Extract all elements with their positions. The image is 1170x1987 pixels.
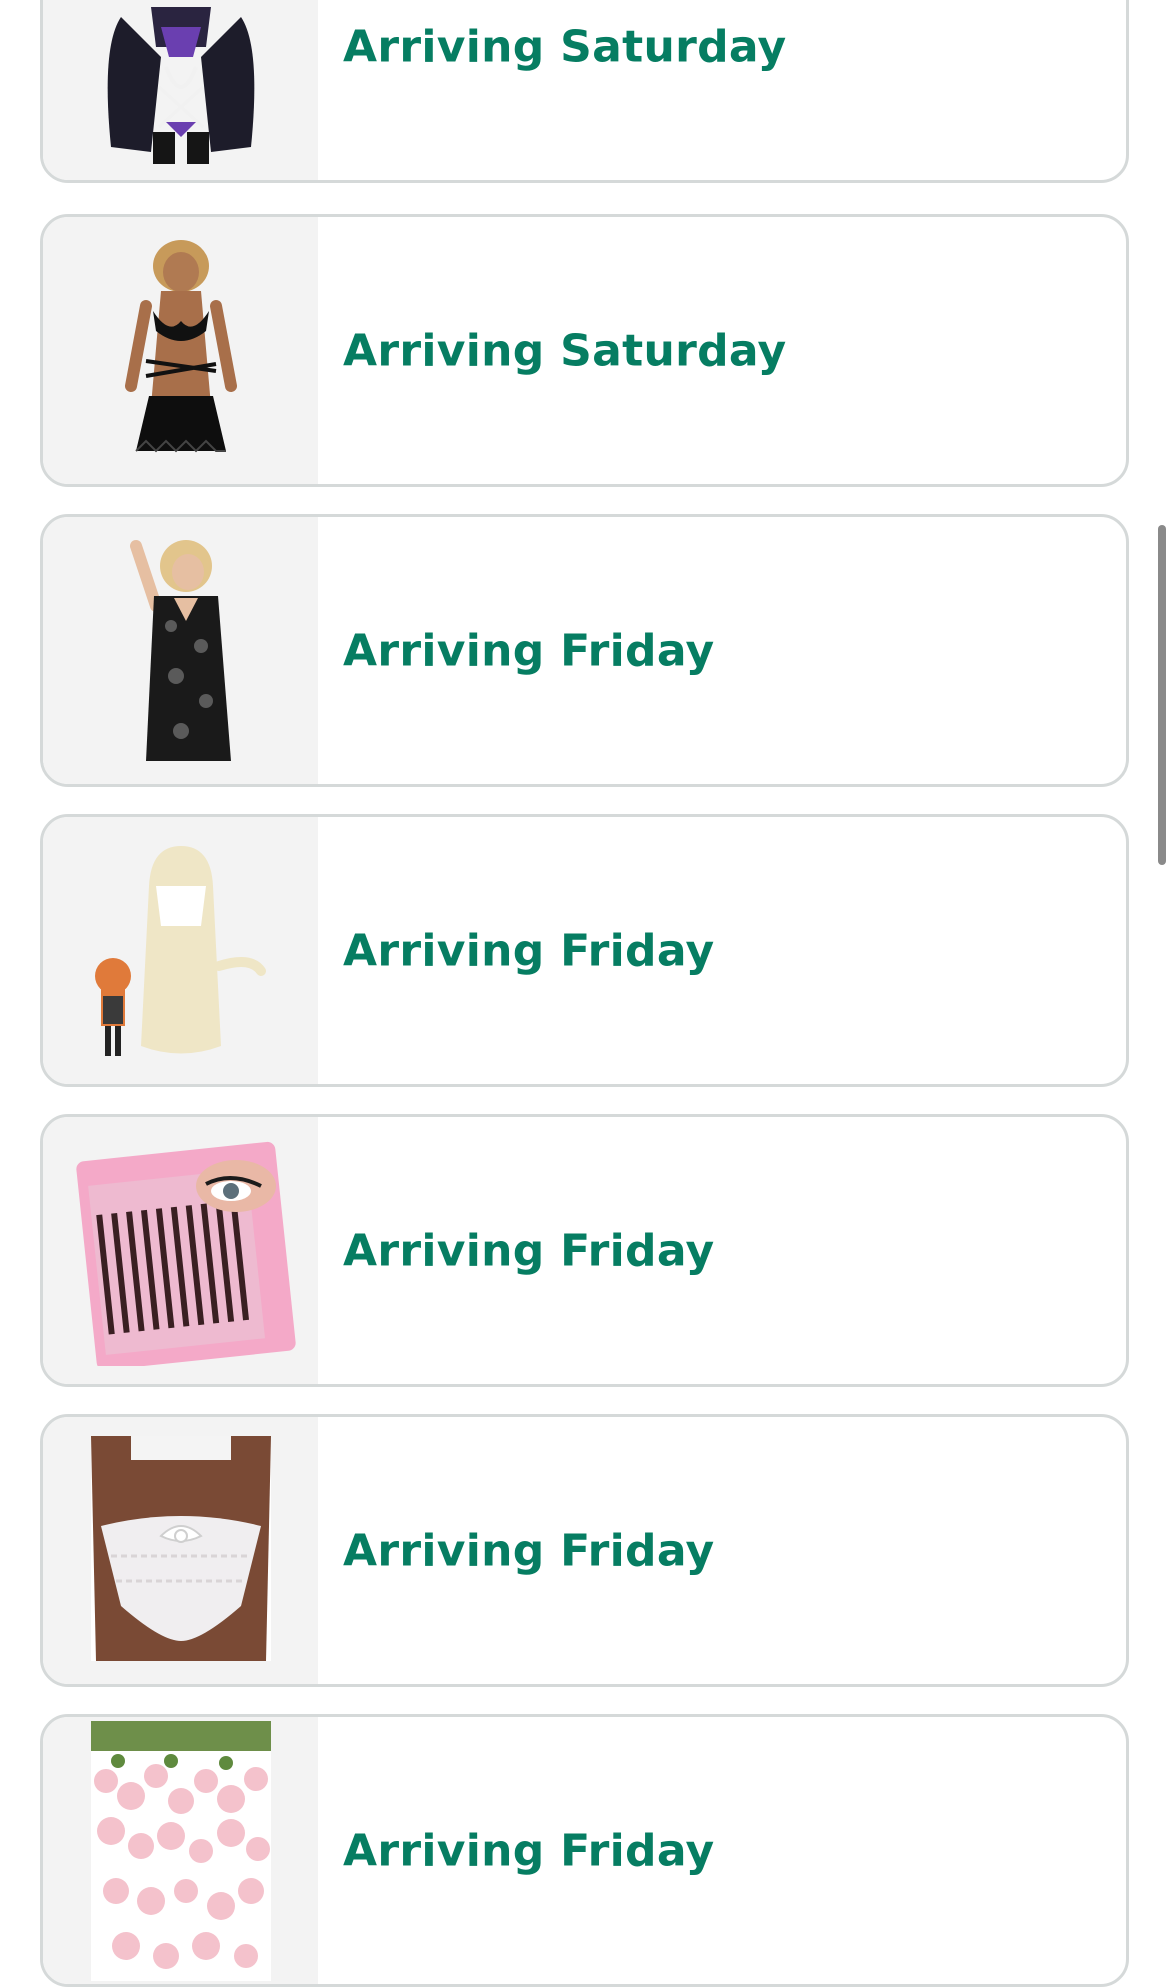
delivery-status: Arriving Saturday	[343, 21, 787, 72]
pink-flower-garland-image	[43, 1717, 318, 1984]
eyelash-extensions-image	[43, 1117, 318, 1384]
black-lace-dress-image	[43, 517, 318, 784]
order-card[interactable]: Arriving Friday	[40, 1714, 1129, 1987]
delivery-status: Arriving Friday	[343, 925, 715, 976]
blonde-wig-image	[43, 817, 318, 1084]
order-card[interactable]: Arriving Saturday	[40, 0, 1129, 183]
delivery-status: Arriving Friday	[343, 1825, 715, 1876]
black-strappy-set-image	[43, 217, 318, 484]
delivery-status: Arriving Friday	[343, 1525, 715, 1576]
order-card[interactable]: Arriving Saturday	[40, 214, 1129, 487]
white-lace-underwear-image	[43, 1417, 318, 1684]
purple-black-costume-image	[43, 0, 318, 180]
order-card[interactable]: Arriving Friday	[40, 514, 1129, 787]
delivery-status: Arriving Friday	[343, 1225, 715, 1276]
order-card[interactable]: Arriving Friday	[40, 814, 1129, 1087]
scrollbar-thumb[interactable]	[1158, 525, 1166, 865]
order-card[interactable]: Arriving Friday	[40, 1414, 1129, 1687]
scrollbar[interactable]	[1156, 0, 1170, 1945]
order-list: Arriving Saturday Arriving Saturday Arri…	[0, 0, 1170, 1987]
delivery-status: Arriving Saturday	[343, 325, 787, 376]
order-card[interactable]: Arriving Friday	[40, 1114, 1129, 1387]
delivery-status: Arriving Friday	[343, 625, 715, 676]
